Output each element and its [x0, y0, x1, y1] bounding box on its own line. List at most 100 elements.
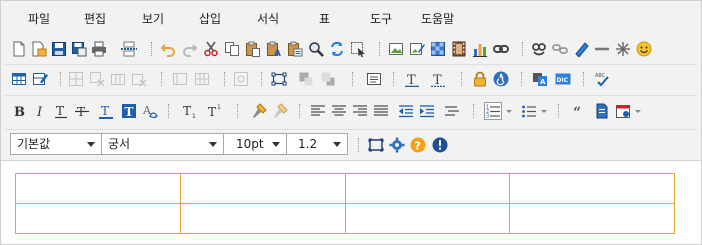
svg-text:T: T — [125, 105, 134, 119]
format-painter-icon[interactable] — [250, 102, 268, 120]
italic-icon[interactable]: I — [31, 102, 49, 120]
pattern-icon[interactable] — [429, 40, 447, 58]
print-icon[interactable] — [90, 40, 108, 58]
clear-painter-icon[interactable] — [271, 102, 289, 120]
translate-icon[interactable]: A — [531, 70, 549, 88]
box-icon[interactable] — [270, 70, 288, 88]
underline-icon[interactable]: T — [52, 102, 70, 120]
edit-image-icon[interactable] — [408, 40, 426, 58]
special-char-icon[interactable] — [614, 40, 632, 58]
paste-icon[interactable] — [244, 40, 262, 58]
table-icon[interactable] — [10, 70, 28, 88]
info-icon[interactable] — [431, 136, 449, 154]
separator — [522, 42, 523, 56]
indent-icon[interactable] — [418, 102, 436, 120]
paste-text-icon[interactable]: A — [265, 40, 283, 58]
menu-file[interactable]: 파일 — [28, 10, 50, 27]
undo-icon[interactable] — [159, 40, 177, 58]
font-size-select[interactable]: 10pt — [223, 133, 287, 155]
horizontal-rule-icon[interactable] — [593, 40, 611, 58]
page-break-icon[interactable] — [120, 40, 138, 58]
cut-icon[interactable] — [202, 40, 220, 58]
svg-text:B: B — [14, 105, 25, 119]
help-icon[interactable]: ? — [409, 136, 427, 154]
image-icon[interactable] — [387, 40, 405, 58]
toolbar-area: A T T A DIC ABC B I T T T A T 1 T 1 1 2 … — [1, 33, 701, 161]
menu-edit[interactable]: 편집 — [84, 10, 106, 27]
superscript-icon[interactable]: T1 — [206, 102, 224, 120]
align-left-icon[interactable] — [309, 102, 327, 120]
select-all-icon[interactable] — [349, 40, 367, 58]
outdent-icon[interactable] — [397, 102, 415, 120]
clear-format-icon[interactable]: A — [141, 102, 159, 120]
table-cell[interactable] — [344, 173, 511, 204]
document-table[interactable] — [15, 173, 675, 234]
table-cell[interactable] — [509, 203, 675, 234]
redo-icon[interactable] — [181, 40, 199, 58]
new-document-icon[interactable] — [10, 40, 28, 58]
table-cell[interactable] — [179, 173, 346, 204]
line-height-select[interactable]: 1.2 — [286, 133, 348, 155]
open-template-icon[interactable] — [30, 40, 48, 58]
table-cell[interactable] — [15, 173, 181, 204]
numbered-list-icon[interactable]: 123 — [484, 102, 502, 120]
emoticon-icon[interactable] — [635, 40, 653, 58]
menu-tools[interactable]: 도구 — [370, 10, 392, 27]
table-cell[interactable] — [344, 203, 511, 234]
text-box-icon[interactable] — [365, 70, 383, 88]
settings-icon[interactable] — [388, 136, 406, 154]
find-icon[interactable] — [307, 40, 325, 58]
align-center-icon[interactable] — [330, 102, 348, 120]
copy-icon[interactable] — [223, 40, 241, 58]
lock-icon[interactable] — [471, 70, 489, 88]
table-edit-icon[interactable] — [31, 70, 49, 88]
numbered-list-dropdown[interactable] — [505, 104, 512, 118]
document-area[interactable] — [1, 162, 701, 244]
subscript-icon[interactable]: T1 — [181, 102, 199, 120]
line-spacing-icon[interactable] — [443, 102, 461, 120]
menu-table[interactable]: 표 — [319, 10, 330, 27]
accessibility-icon[interactable] — [492, 70, 510, 88]
chart-icon[interactable] — [471, 40, 489, 58]
text-style2-icon[interactable]: T — [429, 70, 447, 88]
quote-icon[interactable]: “ — [571, 102, 589, 120]
text-underline-icon[interactable]: T — [97, 102, 115, 120]
menu-format[interactable]: 서식 — [257, 10, 279, 27]
menu-view[interactable]: 보기 — [142, 10, 164, 27]
link-icon[interactable] — [492, 40, 510, 58]
fullscreen-icon[interactable] — [367, 136, 385, 154]
anchor-icon[interactable] — [530, 40, 548, 58]
bullet-list-icon[interactable] — [520, 102, 538, 120]
font-select[interactable]: 궁서 — [101, 133, 224, 155]
spellcheck-icon[interactable]: ABC — [593, 70, 611, 88]
table-cell[interactable] — [15, 203, 181, 234]
bold-icon[interactable]: B — [10, 102, 28, 120]
style-select[interactable]: 기본값 — [10, 133, 102, 155]
video-icon[interactable] — [450, 40, 468, 58]
bookmark-icon[interactable] — [572, 40, 590, 58]
document-icon[interactable] — [593, 102, 611, 120]
replace-icon[interactable] — [328, 40, 346, 58]
bullet-list-dropdown[interactable] — [540, 104, 547, 118]
separator — [261, 72, 262, 86]
separator — [168, 104, 169, 118]
svg-text:1: 1 — [217, 104, 221, 111]
text-highlight-icon[interactable]: T — [120, 102, 138, 120]
paste-word-icon[interactable] — [286, 40, 304, 58]
menu-insert[interactable]: 삽입 — [199, 10, 221, 27]
toolbar-row-3: B I T T T T A T1 T1 123 — [1, 98, 701, 126]
table-cell[interactable] — [179, 203, 346, 234]
calendar-dropdown[interactable] — [634, 104, 641, 118]
strikethrough-icon[interactable]: T — [73, 102, 91, 120]
delete-row-icon — [130, 70, 148, 88]
save-icon[interactable] — [50, 40, 68, 58]
table-cell[interactable] — [509, 173, 675, 204]
justify-icon[interactable] — [372, 102, 390, 120]
align-right-icon[interactable] — [351, 102, 369, 120]
calendar-icon[interactable] — [614, 102, 632, 120]
dictionary-icon[interactable]: DIC — [554, 70, 572, 88]
menu-help[interactable]: 도움말 — [421, 10, 454, 27]
save-as-icon[interactable] — [70, 40, 88, 58]
text-style-icon[interactable]: T — [403, 70, 421, 88]
unlink-icon[interactable] — [551, 40, 569, 58]
